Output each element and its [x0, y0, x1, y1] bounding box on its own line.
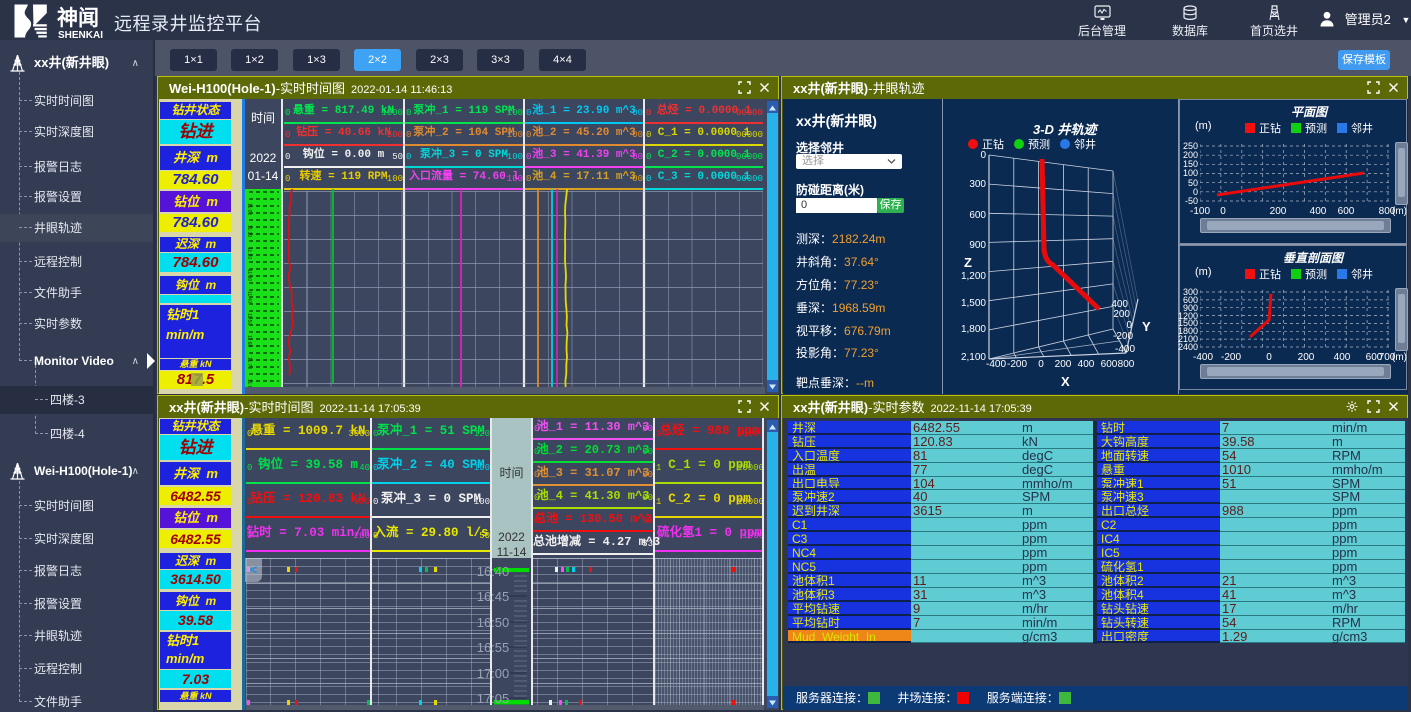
svg-text:300: 300 — [969, 179, 986, 190]
svg-text:神闻: 神闻 — [57, 6, 99, 30]
svg-text:SHENKAI: SHENKAI — [58, 30, 103, 39]
svg-text:1,500: 1,500 — [961, 298, 986, 309]
svg-text:-400: -400 — [1115, 344, 1135, 355]
svg-text:1,200: 1,200 — [961, 271, 986, 282]
svg-text:400: 400 — [1078, 359, 1095, 370]
svg-text:X: X — [1061, 374, 1070, 389]
svg-text:Y: Y — [1142, 319, 1151, 334]
svg-text:0: 0 — [1038, 359, 1044, 370]
svg-text:-200: -200 — [1113, 331, 1133, 342]
svg-text:2,100: 2,100 — [961, 352, 986, 363]
svg-text:800: 800 — [1118, 359, 1135, 370]
svg-text:0: 0 — [1126, 320, 1132, 331]
svg-text:-200: -200 — [1007, 359, 1027, 370]
svg-text:Z: Z — [964, 255, 972, 270]
svg-text:1,800: 1,800 — [961, 324, 986, 335]
svg-text:600: 600 — [1101, 359, 1118, 370]
svg-text:0: 0 — [980, 150, 986, 161]
svg-text:-400: -400 — [986, 359, 1006, 370]
svg-text:600: 600 — [969, 210, 986, 221]
svg-text:200: 200 — [1055, 359, 1072, 370]
svg-text:900: 900 — [969, 240, 986, 251]
svg-text:200: 200 — [1113, 309, 1130, 320]
